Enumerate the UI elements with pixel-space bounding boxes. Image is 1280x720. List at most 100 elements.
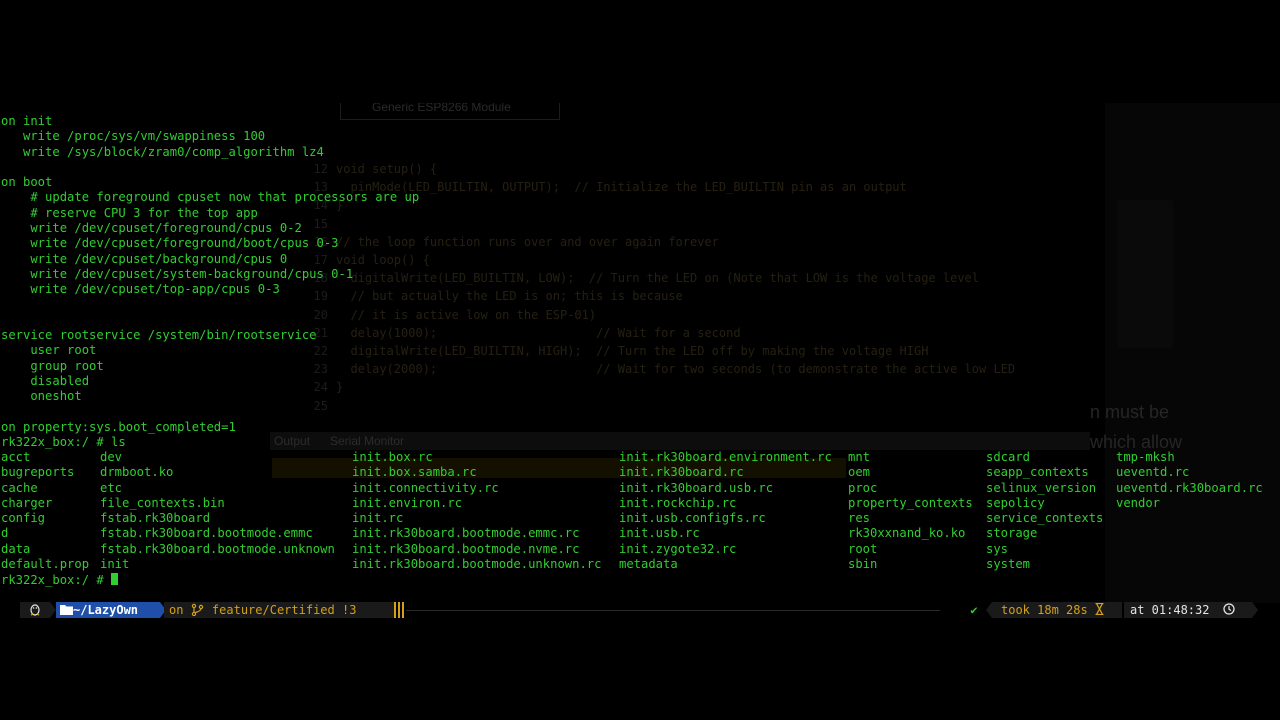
ls-entry: property_contexts	[848, 495, 973, 510]
ls-entry: ueventd.rk30board.rc	[1116, 480, 1263, 495]
time-text: at 01:48:32	[1130, 603, 1210, 617]
ls-entry: d	[1, 526, 9, 541]
ls-entry: file_contexts.bin	[100, 495, 225, 510]
terminal-line: # reserve CPU 3 for the top app	[1, 205, 258, 220]
ls-column: tmp-mksh ueventd.rc ueventd.rk30board.rc ve…	[1116, 450, 1263, 511]
ls-entry: system	[986, 557, 1031, 572]
ls-entry: proc	[848, 480, 878, 495]
ls-entry: sbin	[848, 557, 878, 572]
ls-entry: init.rk30board.bootmode.emmc.rc	[352, 526, 580, 541]
ghost-board-label: Generic ESP8266 Module	[372, 103, 511, 114]
ls-entry: init.box.samba.rc	[352, 465, 477, 480]
duration-text: took 18m 28s	[1001, 603, 1088, 617]
terminal-output[interactable]: on init write /proc/sys/vm/swappiness 10…	[1, 114, 419, 451]
git-segment-tail	[394, 602, 406, 618]
terminal-prompt[interactable]: rk322x_box:/ #	[1, 573, 119, 588]
ls-entry: drmboot.ko	[100, 465, 174, 480]
ls-column: dev drmboot.ko etc file_contexts.bin fstab.r…	[100, 450, 335, 572]
ls-entry: oem	[848, 465, 871, 480]
terminal-cursor	[111, 573, 119, 585]
directory-path: ~/LazyOwn	[73, 603, 139, 617]
git-segment: on feature/Certified !3	[164, 602, 394, 618]
ls-entry: default.prop	[1, 557, 90, 572]
ls-entry: init.rc	[352, 511, 404, 526]
ls-entry: seapp_contexts	[986, 465, 1089, 480]
ls-entry: res	[848, 511, 871, 526]
time-segment: at 01:48:32	[1124, 602, 1252, 618]
ls-entry: mnt	[848, 450, 871, 464]
git-branch-name: feature/Certified !3	[211, 603, 357, 617]
ls-entry: init.rk30board.rc	[619, 465, 744, 480]
ls-column: init.rk30board.environment.rc init.rk30bo…	[619, 450, 832, 572]
ls-entry: init.zygote32.rc	[619, 541, 737, 556]
ls-entry: init	[100, 557, 130, 572]
ls-entry: ueventd.rc	[1116, 465, 1190, 480]
ls-entry: init.usb.configfs.rc	[619, 511, 766, 526]
terminal-line: write /sys/block/zram0/comp_algorithm lz…	[1, 144, 324, 159]
ghost-side-card	[1117, 200, 1173, 348]
ls-entry: init.rk30board.environment.rc	[619, 450, 832, 464]
terminal-line: on boot	[1, 175, 53, 190]
ls-entry: init.rk30board.bootmode.nvme.rc	[352, 541, 580, 556]
git-branch-icon	[191, 603, 203, 617]
terminal-line: on property:sys.boot_completed=1	[1, 419, 236, 434]
ls-entry: storage	[986, 526, 1038, 541]
ls-entry: init.rk30board.bootmode.unknown.rc	[352, 557, 602, 572]
terminal-line: on init	[1, 114, 53, 128]
linux-penguin-icon	[30, 604, 40, 616]
ls-entry: sepolicy	[986, 495, 1045, 510]
ls-entry: init.box.rc	[352, 450, 433, 464]
ghost-code-text: delay(2000); // Wait for two seconds (to…	[336, 362, 1016, 377]
terminal-line: user root	[1, 343, 97, 358]
terminal-line: write /dev/cpuset/system-background/cpus…	[1, 266, 354, 281]
os-segment	[20, 602, 50, 618]
ls-entry: vendor	[1116, 495, 1161, 510]
ls-entry: data	[1, 541, 31, 556]
terminal-line: # update foreground cpuset now that proc…	[1, 190, 420, 205]
ls-entry: tmp-mksh	[1116, 450, 1175, 464]
git-prefix: on	[169, 603, 184, 617]
hourglass-icon	[1095, 602, 1104, 616]
ls-entry: dev	[100, 450, 123, 464]
terminal-line: service rootservice /system/bin/rootserv…	[1, 328, 317, 343]
ls-entry: root	[848, 541, 878, 556]
ghost-side-panel	[1105, 103, 1280, 603]
ls-entry: init.environ.rc	[352, 495, 463, 510]
ls-entry: init.connectivity.rc	[352, 480, 499, 495]
ls-entry: config	[1, 511, 46, 526]
folder-icon	[60, 605, 73, 615]
terminal-line: write /proc/sys/vm/swappiness 100	[1, 129, 266, 144]
ghost-code-text: digitalWrite(LED_BUILTIN, HIGH); // Turn…	[336, 344, 929, 359]
ls-entry: metadata	[619, 557, 678, 572]
ls-column: mnt oem proc property_contexts res rk30xxnand…	[848, 450, 973, 572]
status-divider	[406, 610, 940, 611]
ghost-code-text: digitalWrite(LED_BUILTIN, LOW); // Turn …	[336, 271, 979, 286]
clock-icon	[1223, 603, 1235, 615]
duration-segment: took 18m 28s	[992, 602, 1122, 618]
ls-entry: init.rk30board.usb.rc	[619, 480, 774, 495]
ls-entry: init.rockchip.rc	[619, 495, 737, 510]
terminal-line: disabled	[1, 374, 90, 389]
ls-entry: fstab.rk30board.bootmode.emmc	[100, 526, 313, 541]
ls-column: sdcard seapp_contexts selinux_version sepol…	[986, 450, 1103, 572]
terminal-line: rk322x_box:/ # ls	[1, 435, 126, 450]
ls-entry: init.usb.rc	[619, 526, 700, 541]
ls-entry: charger	[1, 495, 53, 510]
prompt-text: rk322x_box:/ #	[1, 573, 112, 587]
ls-entry: etc	[100, 480, 123, 495]
ls-entry: bugreports	[1, 465, 75, 480]
ls-entry: service_contexts	[986, 511, 1104, 526]
ls-entry: sys	[986, 541, 1009, 556]
ls-entry: sdcard	[986, 450, 1031, 464]
time-segment-arrow	[1252, 602, 1258, 618]
ls-entry: fstab.rk30board	[100, 511, 211, 526]
ls-entry: rk30xxnand_ko.ko	[848, 526, 966, 541]
ls-column: acct bugreports cache charger config d data def…	[1, 450, 89, 572]
ls-entry: fstab.rk30board.bootmode.unknown	[100, 541, 335, 556]
success-check: ✔	[970, 603, 978, 617]
terminal-line: write /dev/cpuset/foreground/cpus 0-2	[1, 221, 302, 236]
